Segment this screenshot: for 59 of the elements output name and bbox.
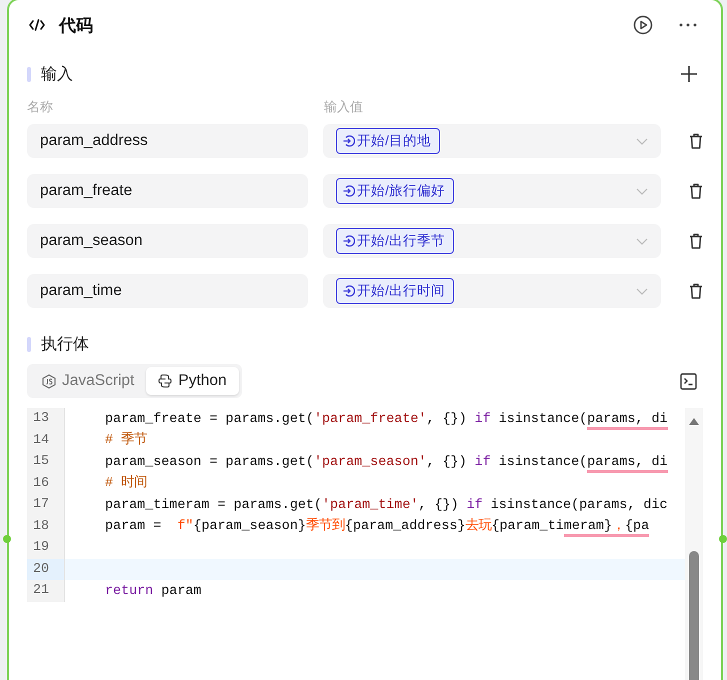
hexagon-icon [42,374,56,388]
name-field[interactable]: param_address [27,124,308,158]
chevron-down-icon [636,238,648,244]
name-field[interactable]: param_freate [27,174,308,208]
scrollbar[interactable] [685,408,703,680]
node-title: 代码 [59,14,93,36]
value-select[interactable]: 开始/出行季节 [323,224,662,258]
more-icon[interactable] [679,23,697,27]
line-number: 17 [27,494,65,516]
terminal-icon[interactable] [680,372,697,390]
reference-icon [343,235,356,247]
delete-icon[interactable] [689,233,703,249]
code-line: param_timeram = params.get('param_time', {}) if isinstance(params, dic [104,496,668,515]
line-number: 15 [27,451,65,472]
value-select[interactable]: 开始/目的地 [323,124,662,158]
line-number: 19 [27,537,65,558]
line-number: 16 [27,472,65,494]
tag-label: 开始/出行季节 [357,232,445,250]
section-title: 输入 [41,64,73,84]
language-tab[interactable]: Python [146,367,239,395]
scroll-up-icon[interactable] [689,418,699,425]
connection-handle[interactable] [719,535,727,543]
code-line: param_season = params.get('param_season', {}) if isinstance(params, di [65,450,668,473]
tag-label: 开始/目的地 [357,132,431,150]
delete-icon[interactable] [689,133,703,149]
tag-label: 开始/出行时间 [357,282,445,300]
name-field[interactable]: param_season [27,224,308,258]
reference-icon [343,285,356,297]
section-title: 执行体 [41,334,89,354]
code-line: param_freate = params.get('param_freate', {}) if isinstance(params, di [65,408,668,430]
language-tab[interactable]: JavaScript [30,367,146,395]
line-number: 13 [27,408,65,430]
value-select[interactable]: 开始/出行时间 [323,274,662,308]
python-icon [158,374,172,388]
chevron-down-icon [636,288,648,294]
code-line: # 季节 [104,430,148,450]
column-header: 输入值 [324,98,364,116]
delete-icon[interactable] [689,283,703,299]
value-select[interactable]: 开始/旅行偏好 [323,174,662,208]
run-icon[interactable] [633,15,653,35]
chevron-down-icon [636,138,648,144]
tag-label: 开始/旅行偏好 [357,182,445,200]
reference-icon [343,185,356,197]
code-line: param = f"{param_season}季节到{param_address}去玩{param_timeram}，{pa [65,515,650,538]
add-icon[interactable] [681,66,697,82]
chevron-down-icon [636,188,648,194]
name-field[interactable]: param_time [27,274,308,308]
code-line: # 时间 [104,474,148,494]
code-icon [29,19,45,31]
line-number: 21 [27,580,65,602]
code-editor[interactable] [27,408,703,680]
connection-handle[interactable] [3,535,11,543]
column-header: 名称 [27,98,54,116]
line-number: 14 [27,430,65,451]
delete-icon[interactable] [689,183,703,199]
code-line: return param [104,582,202,601]
line-number: 18 [27,516,65,537]
line-number: 20 [27,558,65,580]
reference-icon [343,135,356,147]
